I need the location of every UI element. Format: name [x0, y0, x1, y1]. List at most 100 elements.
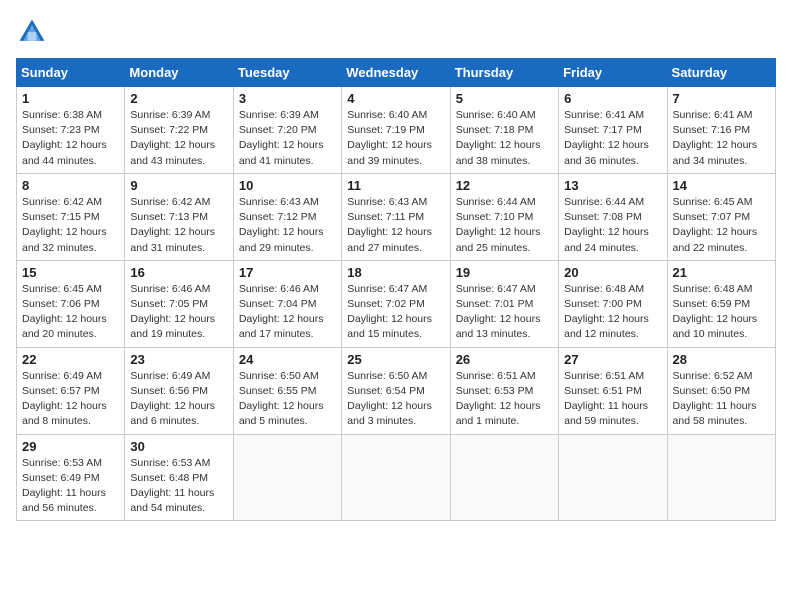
day-info: Sunrise: 6:47 AMSunset: 7:02 PMDaylight:… — [347, 283, 432, 341]
logo-icon — [16, 16, 48, 48]
calendar-week-row-4: 22 Sunrise: 6:49 AMSunset: 6:57 PMDaylig… — [17, 347, 776, 434]
calendar-cell: 27 Sunrise: 6:51 AMSunset: 6:51 PMDaylig… — [559, 347, 667, 434]
calendar-cell: 23 Sunrise: 6:49 AMSunset: 6:56 PMDaylig… — [125, 347, 233, 434]
calendar-cell: 6 Sunrise: 6:41 AMSunset: 7:17 PMDayligh… — [559, 87, 667, 174]
day-info: Sunrise: 6:40 AMSunset: 7:19 PMDaylight:… — [347, 109, 432, 167]
day-info: Sunrise: 6:47 AMSunset: 7:01 PMDaylight:… — [456, 283, 541, 341]
day-number: 22 — [22, 352, 119, 367]
calendar-cell: 10 Sunrise: 6:43 AMSunset: 7:12 PMDaylig… — [233, 173, 341, 260]
calendar-cell: 22 Sunrise: 6:49 AMSunset: 6:57 PMDaylig… — [17, 347, 125, 434]
day-info: Sunrise: 6:50 AMSunset: 6:54 PMDaylight:… — [347, 370, 432, 428]
calendar-cell: 21 Sunrise: 6:48 AMSunset: 6:59 PMDaylig… — [667, 260, 775, 347]
day-number: 29 — [22, 439, 119, 454]
weekday-header-tuesday: Tuesday — [233, 59, 341, 87]
weekday-header-monday: Monday — [125, 59, 233, 87]
day-number: 2 — [130, 91, 227, 106]
day-info: Sunrise: 6:42 AMSunset: 7:15 PMDaylight:… — [22, 196, 107, 254]
day-info: Sunrise: 6:49 AMSunset: 6:57 PMDaylight:… — [22, 370, 107, 428]
day-info: Sunrise: 6:43 AMSunset: 7:11 PMDaylight:… — [347, 196, 432, 254]
day-info: Sunrise: 6:40 AMSunset: 7:18 PMDaylight:… — [456, 109, 541, 167]
day-info: Sunrise: 6:41 AMSunset: 7:16 PMDaylight:… — [673, 109, 758, 167]
day-number: 16 — [130, 265, 227, 280]
day-info: Sunrise: 6:41 AMSunset: 7:17 PMDaylight:… — [564, 109, 649, 167]
calendar-cell: 2 Sunrise: 6:39 AMSunset: 7:22 PMDayligh… — [125, 87, 233, 174]
calendar-cell: 11 Sunrise: 6:43 AMSunset: 7:11 PMDaylig… — [342, 173, 450, 260]
weekday-header-row: SundayMondayTuesdayWednesdayThursdayFrid… — [17, 59, 776, 87]
day-info: Sunrise: 6:46 AMSunset: 7:05 PMDaylight:… — [130, 283, 215, 341]
calendar-cell — [450, 434, 558, 521]
calendar-cell: 17 Sunrise: 6:46 AMSunset: 7:04 PMDaylig… — [233, 260, 341, 347]
calendar-cell: 13 Sunrise: 6:44 AMSunset: 7:08 PMDaylig… — [559, 173, 667, 260]
calendar-cell: 1 Sunrise: 6:38 AMSunset: 7:23 PMDayligh… — [17, 87, 125, 174]
calendar-week-row-2: 8 Sunrise: 6:42 AMSunset: 7:15 PMDayligh… — [17, 173, 776, 260]
day-number: 4 — [347, 91, 444, 106]
calendar-cell: 29 Sunrise: 6:53 AMSunset: 6:49 PMDaylig… — [17, 434, 125, 521]
day-number: 17 — [239, 265, 336, 280]
calendar-week-row-3: 15 Sunrise: 6:45 AMSunset: 7:06 PMDaylig… — [17, 260, 776, 347]
calendar-week-row-5: 29 Sunrise: 6:53 AMSunset: 6:49 PMDaylig… — [17, 434, 776, 521]
calendar-cell: 25 Sunrise: 6:50 AMSunset: 6:54 PMDaylig… — [342, 347, 450, 434]
day-number: 9 — [130, 178, 227, 193]
day-number: 3 — [239, 91, 336, 106]
day-info: Sunrise: 6:38 AMSunset: 7:23 PMDaylight:… — [22, 109, 107, 167]
day-info: Sunrise: 6:45 AMSunset: 7:07 PMDaylight:… — [673, 196, 758, 254]
logo — [16, 16, 52, 48]
calendar-cell: 12 Sunrise: 6:44 AMSunset: 7:10 PMDaylig… — [450, 173, 558, 260]
day-info: Sunrise: 6:48 AMSunset: 7:00 PMDaylight:… — [564, 283, 649, 341]
day-info: Sunrise: 6:42 AMSunset: 7:13 PMDaylight:… — [130, 196, 215, 254]
calendar-cell — [667, 434, 775, 521]
day-number: 21 — [673, 265, 770, 280]
calendar-cell — [559, 434, 667, 521]
day-number: 10 — [239, 178, 336, 193]
day-number: 1 — [22, 91, 119, 106]
weekday-header-sunday: Sunday — [17, 59, 125, 87]
calendar-cell: 20 Sunrise: 6:48 AMSunset: 7:00 PMDaylig… — [559, 260, 667, 347]
calendar-cell: 26 Sunrise: 6:51 AMSunset: 6:53 PMDaylig… — [450, 347, 558, 434]
calendar-cell: 14 Sunrise: 6:45 AMSunset: 7:07 PMDaylig… — [667, 173, 775, 260]
day-info: Sunrise: 6:44 AMSunset: 7:10 PMDaylight:… — [456, 196, 541, 254]
day-number: 13 — [564, 178, 661, 193]
day-info: Sunrise: 6:52 AMSunset: 6:50 PMDaylight:… — [673, 370, 757, 428]
calendar-cell: 19 Sunrise: 6:47 AMSunset: 7:01 PMDaylig… — [450, 260, 558, 347]
day-number: 25 — [347, 352, 444, 367]
day-info: Sunrise: 6:48 AMSunset: 6:59 PMDaylight:… — [673, 283, 758, 341]
day-number: 11 — [347, 178, 444, 193]
day-number: 19 — [456, 265, 553, 280]
day-number: 12 — [456, 178, 553, 193]
day-number: 30 — [130, 439, 227, 454]
day-info: Sunrise: 6:39 AMSunset: 7:22 PMDaylight:… — [130, 109, 215, 167]
day-number: 7 — [673, 91, 770, 106]
calendar-cell: 24 Sunrise: 6:50 AMSunset: 6:55 PMDaylig… — [233, 347, 341, 434]
calendar-cell: 5 Sunrise: 6:40 AMSunset: 7:18 PMDayligh… — [450, 87, 558, 174]
calendar-cell — [342, 434, 450, 521]
day-number: 23 — [130, 352, 227, 367]
weekday-header-wednesday: Wednesday — [342, 59, 450, 87]
day-info: Sunrise: 6:50 AMSunset: 6:55 PMDaylight:… — [239, 370, 324, 428]
day-number: 14 — [673, 178, 770, 193]
day-number: 26 — [456, 352, 553, 367]
calendar-cell: 30 Sunrise: 6:53 AMSunset: 6:48 PMDaylig… — [125, 434, 233, 521]
calendar-cell: 9 Sunrise: 6:42 AMSunset: 7:13 PMDayligh… — [125, 173, 233, 260]
day-info: Sunrise: 6:51 AMSunset: 6:53 PMDaylight:… — [456, 370, 541, 428]
day-info: Sunrise: 6:39 AMSunset: 7:20 PMDaylight:… — [239, 109, 324, 167]
calendar-week-row-1: 1 Sunrise: 6:38 AMSunset: 7:23 PMDayligh… — [17, 87, 776, 174]
day-info: Sunrise: 6:45 AMSunset: 7:06 PMDaylight:… — [22, 283, 107, 341]
weekday-header-friday: Friday — [559, 59, 667, 87]
day-info: Sunrise: 6:53 AMSunset: 6:48 PMDaylight:… — [130, 457, 214, 515]
calendar-cell — [233, 434, 341, 521]
calendar-cell: 15 Sunrise: 6:45 AMSunset: 7:06 PMDaylig… — [17, 260, 125, 347]
day-number: 8 — [22, 178, 119, 193]
day-info: Sunrise: 6:44 AMSunset: 7:08 PMDaylight:… — [564, 196, 649, 254]
calendar-cell: 8 Sunrise: 6:42 AMSunset: 7:15 PMDayligh… — [17, 173, 125, 260]
day-number: 15 — [22, 265, 119, 280]
day-number: 20 — [564, 265, 661, 280]
weekday-header-thursday: Thursday — [450, 59, 558, 87]
calendar-cell: 7 Sunrise: 6:41 AMSunset: 7:16 PMDayligh… — [667, 87, 775, 174]
calendar-cell: 18 Sunrise: 6:47 AMSunset: 7:02 PMDaylig… — [342, 260, 450, 347]
page-header — [16, 16, 776, 48]
calendar-table: SundayMondayTuesdayWednesdayThursdayFrid… — [16, 58, 776, 521]
calendar-cell: 3 Sunrise: 6:39 AMSunset: 7:20 PMDayligh… — [233, 87, 341, 174]
calendar-cell: 4 Sunrise: 6:40 AMSunset: 7:19 PMDayligh… — [342, 87, 450, 174]
day-number: 18 — [347, 265, 444, 280]
day-number: 27 — [564, 352, 661, 367]
